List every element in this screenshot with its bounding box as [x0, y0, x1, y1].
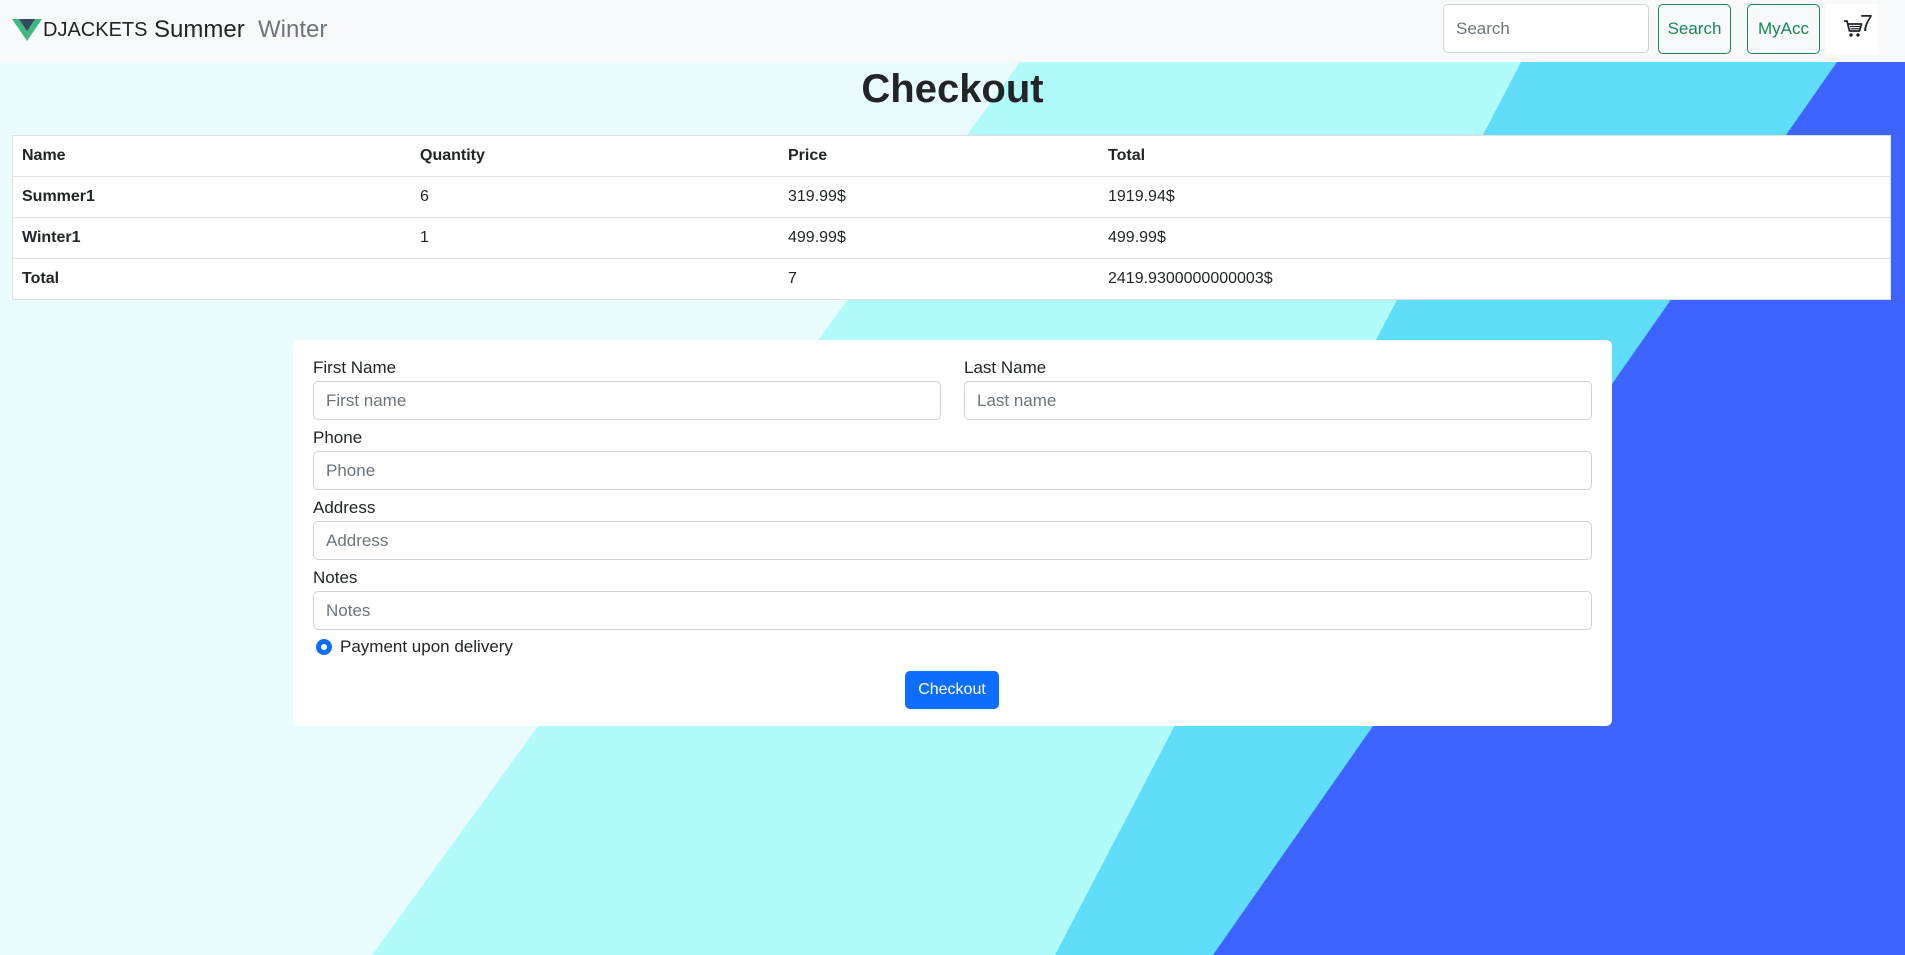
- notes-field[interactable]: [313, 591, 1592, 630]
- page-title: Checkout: [861, 67, 1044, 111]
- notes-label: Notes: [313, 568, 358, 587]
- payment-option-label: Payment upon delivery: [340, 637, 513, 656]
- phone-label: Phone: [313, 428, 363, 447]
- first-name-field[interactable]: [313, 381, 941, 420]
- search-input[interactable]: [1443, 4, 1649, 53]
- address-field[interactable]: [313, 521, 1592, 560]
- payment-radio[interactable]: [316, 639, 332, 655]
- table-total-row: Total 7 2419.9300000000003$: [12, 258, 1891, 300]
- item-total: 499.99$: [1099, 217, 1891, 259]
- header-name: Name: [12, 135, 411, 177]
- search-button[interactable]: Search: [1658, 4, 1731, 54]
- cart-count: 7: [1860, 10, 1873, 36]
- my-account-button[interactable]: MyAcc: [1747, 4, 1820, 54]
- payment-option[interactable]: Payment upon delivery: [316, 637, 513, 657]
- header-quantity: Quantity: [411, 135, 779, 177]
- table-row: Summer1 6 319.99$ 1919.94$: [12, 176, 1891, 218]
- item-name: Winter1: [12, 217, 411, 259]
- brand-name: DJACKETS: [43, 18, 148, 41]
- header-price: Price: [779, 135, 1099, 177]
- last-name-field[interactable]: [964, 381, 1592, 420]
- phone-field[interactable]: [313, 451, 1592, 490]
- item-quantity: 6: [411, 176, 779, 218]
- last-name-label: Last Name: [964, 358, 1047, 377]
- table-header-row: Name Quantity Price Total: [12, 135, 1891, 177]
- header-total: Total: [1099, 135, 1891, 177]
- v-logo-icon: [12, 19, 42, 41]
- brand[interactable]: DJACKETS: [12, 16, 147, 44]
- nav-link-summer[interactable]: Summer: [154, 16, 245, 44]
- item-name: Summer1: [12, 176, 411, 218]
- first-name-label: First Name: [313, 358, 397, 377]
- address-label: Address: [313, 498, 376, 517]
- item-price: 319.99$: [779, 176, 1099, 218]
- table-row: Winter1 1 499.99$ 499.99$: [12, 217, 1891, 259]
- total-empty-cell: [411, 258, 779, 300]
- item-quantity: 1: [411, 217, 779, 259]
- checkout-button[interactable]: Checkout: [905, 671, 999, 709]
- grand-total: 2419.9300000000003$: [1099, 258, 1891, 300]
- order-table: Name Quantity Price Total Summer1 6 319.…: [12, 135, 1891, 300]
- checkout-form: First Name Last Name Phone Address Notes…: [293, 340, 1612, 726]
- item-price: 499.99$: [779, 217, 1099, 259]
- nav-link-winter[interactable]: Winter: [258, 16, 327, 44]
- navbar: DJACKETS Summer Winter Search MyAcc 7: [0, 0, 1905, 62]
- total-label: Total: [12, 258, 411, 300]
- item-total: 1919.94$: [1099, 176, 1891, 218]
- total-quantity: 7: [779, 258, 1099, 300]
